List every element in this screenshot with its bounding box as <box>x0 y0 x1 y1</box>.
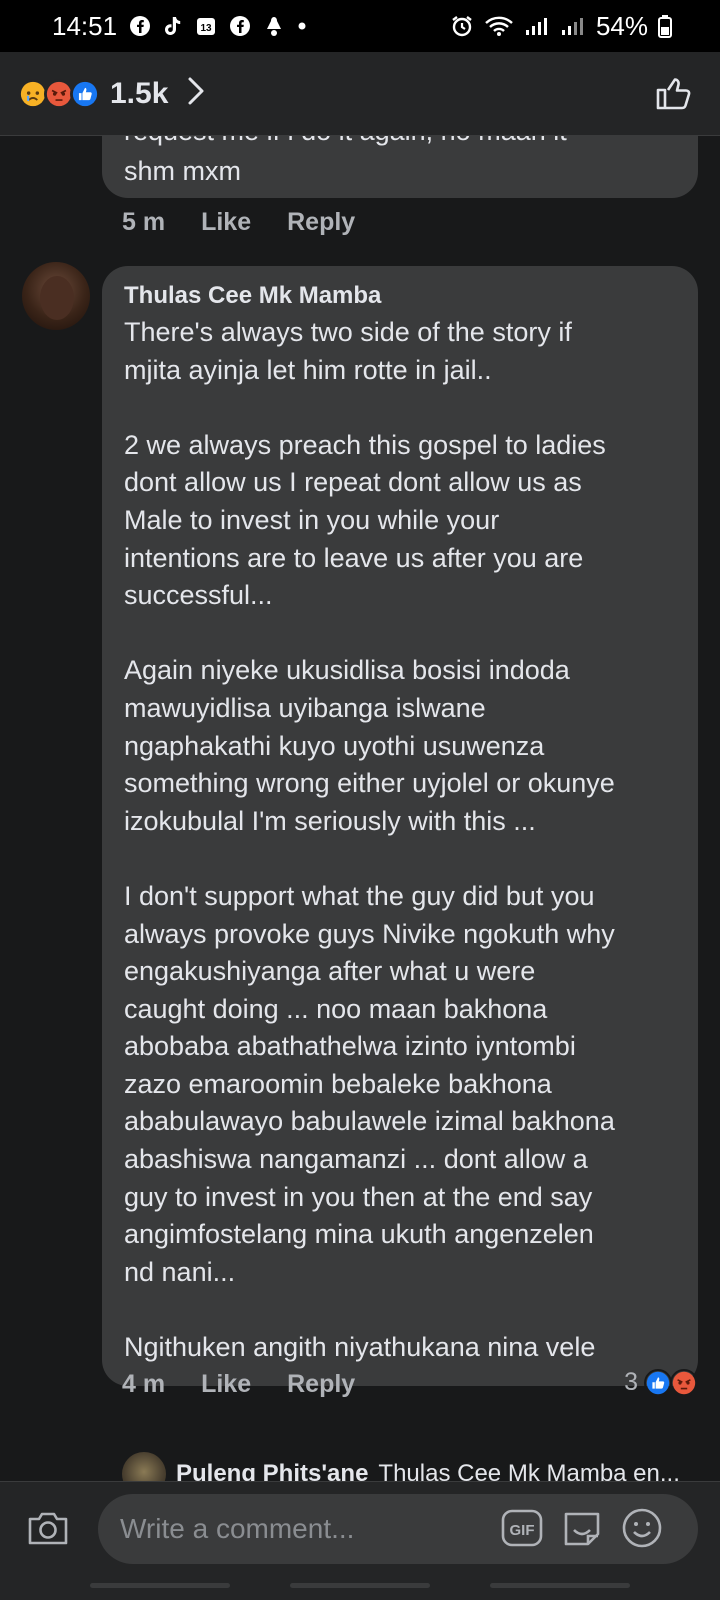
comments-feed[interactable]: request me if i do it again, no maan it … <box>0 136 720 1481</box>
previous-comment-actions: 5 m Like Reply <box>122 208 355 237</box>
reaction-count[interactable]: 1.5k <box>110 77 168 111</box>
like-button[interactable]: Like <box>201 1370 251 1399</box>
like-reaction-icon <box>70 78 100 109</box>
svg-text:GIF: GIF <box>510 1522 535 1539</box>
reply-button[interactable]: Reply <box>287 1370 355 1399</box>
alarm-icon <box>450 14 474 38</box>
reaction-summary[interactable] <box>18 78 100 109</box>
status-bar: 14:51 13 54% <box>0 0 720 52</box>
notification-icon <box>263 15 285 37</box>
reply-button[interactable]: Reply <box>287 208 355 237</box>
comment-author[interactable]: Thulas Cee Mk Mamba <box>124 280 676 312</box>
previous-comment-cut-line: request me if i do it again, no maan it <box>124 136 676 152</box>
comment-composer: GIF <box>0 1481 720 1600</box>
reply-author[interactable]: Puleng Phits'ane <box>176 1460 368 1481</box>
comment-actions: 4 m Like Reply <box>122 1370 355 1399</box>
calendar-icon: 13 <box>195 15 217 37</box>
previous-comment-text: shm mxm <box>124 156 241 186</box>
comment-time: 5 m <box>122 208 166 236</box>
facebook-icon <box>229 15 251 37</box>
like-button[interactable]: Like <box>201 208 251 237</box>
facebook-icon <box>129 15 151 37</box>
emoji-icon[interactable] <box>620 1506 664 1555</box>
comment-text: There's always two side of the story if … <box>124 317 615 1363</box>
comment-time: 4 m <box>122 1370 166 1398</box>
camera-icon[interactable] <box>26 1508 70 1553</box>
sticker-icon[interactable] <box>560 1506 604 1555</box>
composer-tools: GIF <box>500 1506 664 1555</box>
avatar[interactable] <box>22 262 90 330</box>
angry-reaction-icon <box>670 1368 698 1397</box>
reactions-header[interactable]: 1.5k <box>0 52 720 136</box>
battery-percent: 54% <box>595 10 648 41</box>
comment-reactions-badge[interactable]: 3 <box>624 1368 698 1397</box>
gif-icon[interactable]: GIF <box>500 1506 544 1555</box>
reply-snippet: Thulas Cee Mk Mamba en... <box>378 1460 680 1481</box>
signal-icon <box>560 15 586 37</box>
wifi-icon <box>484 15 514 37</box>
thumbs-up-icon[interactable] <box>654 74 692 117</box>
svg-text:13: 13 <box>201 23 213 34</box>
reply-preview[interactable]: Puleng Phits'ane Thulas Cee Mk Mamba en.… <box>122 1452 688 1481</box>
tiktok-icon <box>163 15 183 37</box>
navigation-bar <box>0 1583 720 1588</box>
dot-icon <box>297 21 307 31</box>
signal-icon <box>524 15 550 37</box>
chevron-right-icon[interactable] <box>186 75 206 112</box>
battery-icon <box>658 14 672 38</box>
comment-bubble[interactable]: Thulas Cee Mk Mamba There's always two s… <box>102 266 698 1386</box>
avatar[interactable] <box>122 1452 166 1481</box>
like-reaction-icon <box>644 1368 672 1397</box>
previous-comment-bubble[interactable]: request me if i do it again, no maan it … <box>102 136 698 198</box>
status-time: 14:51 <box>52 10 118 41</box>
comment-reaction-count: 3 <box>624 1368 638 1396</box>
